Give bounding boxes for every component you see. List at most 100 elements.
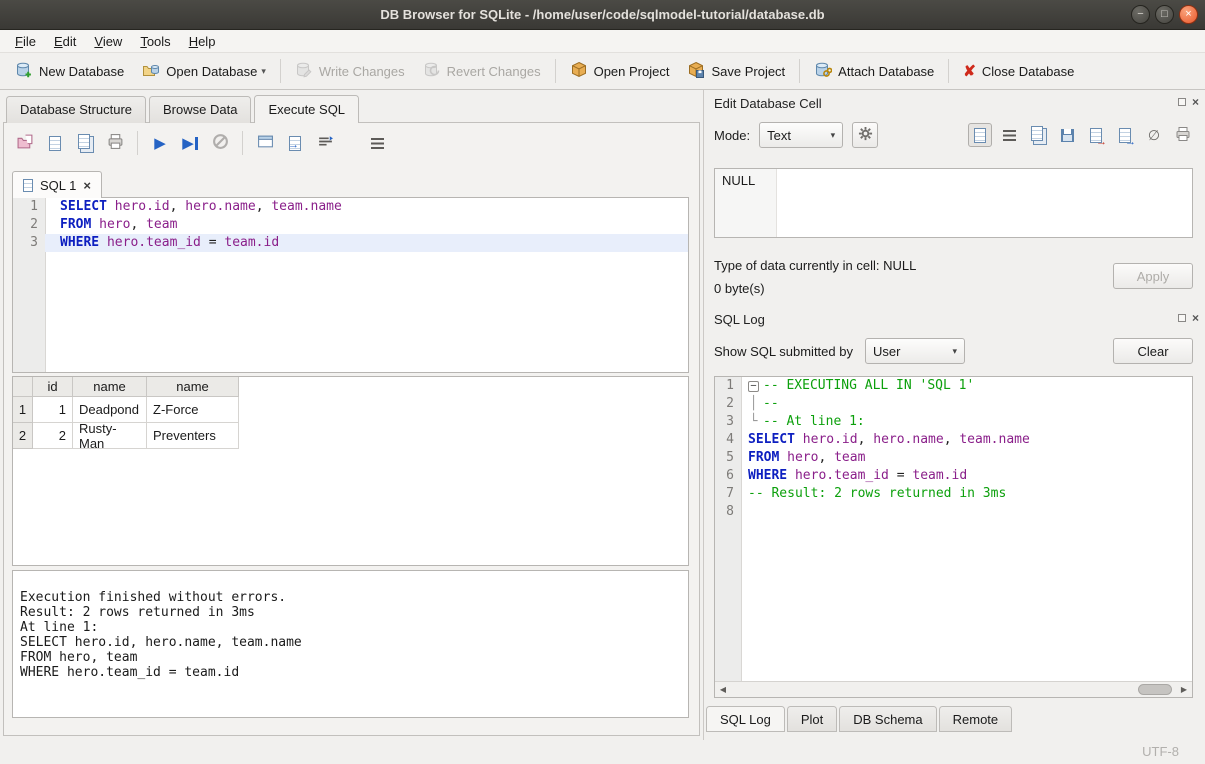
sql-editor-code[interactable]: 1SELECT hero.id, hero.name, team.name2FR… xyxy=(13,198,688,372)
column-header[interactable]: name xyxy=(147,377,239,397)
row-header[interactable]: 1 xyxy=(13,397,33,423)
export-results-button[interactable]: → xyxy=(282,130,308,156)
tab-execute-sql[interactable]: Execute SQL xyxy=(254,95,359,123)
code-line[interactable]: 4SELECT hero.id, hero.name, team.name xyxy=(715,431,1192,449)
open-database-dropdown-icon[interactable]: ▾ xyxy=(261,66,266,77)
print-cell-button[interactable] xyxy=(1171,123,1195,147)
code-line[interactable]: 5FROM hero, team xyxy=(715,449,1192,467)
float-dock-icon[interactable] xyxy=(1178,314,1186,322)
menu-edit[interactable]: Edit xyxy=(45,31,85,52)
sql-document-tab[interactable]: SQL 1 × xyxy=(12,171,102,198)
scrollbar-track[interactable] xyxy=(731,682,1176,697)
print-sql-button[interactable] xyxy=(102,130,128,156)
format-sql-button[interactable] xyxy=(312,130,338,156)
cell-editor-area[interactable] xyxy=(777,169,1192,237)
tab-remote[interactable]: Remote xyxy=(939,706,1013,732)
new-database-button[interactable]: New Database xyxy=(6,56,133,87)
attach-database-button[interactable]: Attach Database xyxy=(805,56,943,87)
sql-log-filter-select[interactable]: User ▾ xyxy=(865,338,965,364)
menu-help[interactable]: Help xyxy=(180,31,225,52)
new-sql-tab-button[interactable] xyxy=(252,130,278,156)
close-dock-icon[interactable]: × xyxy=(1192,97,1199,107)
set-null-button[interactable]: ∅ xyxy=(1142,123,1166,147)
code-line[interactable]: 6WHERE hero.team_id = team.id xyxy=(715,467,1192,485)
code-line[interactable]: 7-- Result: 2 rows returned in 3ms xyxy=(715,485,1192,503)
scroll-left-icon[interactable]: ◀ xyxy=(715,682,731,697)
execute-all-button[interactable]: ▶ xyxy=(147,130,173,156)
open-database-button[interactable]: Open Database ▾ xyxy=(133,56,275,87)
table-row[interactable]: 11DeadpondZ-Force xyxy=(13,397,688,423)
close-database-button[interactable]: ✘ Close Database xyxy=(954,59,1083,84)
mode-select[interactable]: Text ▾ xyxy=(759,122,843,148)
word-wrap-cell-button[interactable] xyxy=(997,123,1021,147)
tab-sql-log[interactable]: SQL Log xyxy=(706,706,785,732)
column-header[interactable]: name xyxy=(73,377,147,397)
horizontal-scrollbar[interactable]: ◀ ▶ xyxy=(715,681,1192,697)
close-dock-icon[interactable]: × xyxy=(1192,313,1199,323)
open-project-icon xyxy=(570,61,588,82)
table-cell[interactable]: Rusty-Man xyxy=(73,423,147,449)
save-sql-file-button[interactable] xyxy=(42,130,68,156)
menu-view[interactable]: View xyxy=(85,31,131,52)
code-line[interactable]: 2FROM hero, team xyxy=(13,216,688,234)
tab-database-structure[interactable]: Database Structure xyxy=(6,96,146,123)
table-cell[interactable]: 1 xyxy=(33,397,73,423)
line-number: 3 xyxy=(715,413,741,431)
execution-status-box: Execution finished without errors. Resul… xyxy=(12,570,689,718)
close-window-button[interactable]: × xyxy=(1179,5,1198,24)
row-header[interactable]: 2 xyxy=(13,423,33,449)
menu-tools[interactable]: Tools xyxy=(131,31,179,52)
save-project-button[interactable]: Save Project xyxy=(678,56,794,87)
table-row[interactable]: 22Rusty-ManPreventers xyxy=(13,423,688,449)
tab-browse-data[interactable]: Browse Data xyxy=(149,96,251,123)
cell-editor[interactable]: NULL xyxy=(714,168,1193,238)
text-mode-button[interactable] xyxy=(968,123,992,147)
execute-current-line-button[interactable]: ▶ xyxy=(177,130,203,156)
right-pane: Edit Database Cell × Mode: Text ▾ → → ∅ … xyxy=(703,90,1205,740)
sql-editor[interactable]: 1SELECT hero.id, hero.name, team.name2FR… xyxy=(12,197,689,373)
code-line[interactable]: 1−-- EXECUTING ALL IN 'SQL 1' xyxy=(715,377,1192,395)
code-line[interactable]: 8 xyxy=(715,503,1192,521)
save-cell-button[interactable] xyxy=(1055,123,1079,147)
word-wrap-button[interactable] xyxy=(364,130,390,156)
execute-sql-panel: ▶ ▶ → xyxy=(3,122,700,736)
save-sql-file-as-button[interactable] xyxy=(72,130,98,156)
copy-icon xyxy=(1031,126,1043,141)
scroll-right-icon[interactable]: ▶ xyxy=(1176,682,1192,697)
table-cell[interactable]: 2 xyxy=(33,423,73,449)
sql-log-code[interactable]: 1−-- EXECUTING ALL IN 'SQL 1'2│--3└-- At… xyxy=(715,377,1192,681)
export-cell-button[interactable]: → xyxy=(1113,123,1137,147)
import-cell-button[interactable]: → xyxy=(1084,123,1108,147)
clear-log-button[interactable]: Clear xyxy=(1113,338,1193,364)
scrollbar-thumb[interactable] xyxy=(1138,684,1172,695)
edit-cell-dock-buttons: × xyxy=(1178,97,1199,107)
table-cell[interactable]: Preventers xyxy=(147,423,239,449)
title-bar[interactable]: DB Browser for SQLite - /home/user/code/… xyxy=(0,0,1205,30)
results-grid[interactable]: idnamename11DeadpondZ-Force22Rusty-ManPr… xyxy=(13,377,688,449)
encoding-indicator[interactable]: UTF-8 xyxy=(1142,744,1179,759)
column-header[interactable]: id xyxy=(33,377,73,397)
open-sql-file-button[interactable] xyxy=(12,130,38,156)
cell-size-info: 0 byte(s) xyxy=(714,281,765,296)
float-dock-icon[interactable] xyxy=(1178,98,1186,106)
table-cell[interactable]: Deadpond xyxy=(73,397,147,423)
cell-content: NULL xyxy=(722,173,755,188)
minimize-button[interactable]: − xyxy=(1131,5,1150,24)
menu-bar: File Edit View Tools Help xyxy=(0,30,1205,53)
word-wrap-icon xyxy=(371,138,384,149)
code-line[interactable]: 1SELECT hero.id, hero.name, team.name xyxy=(13,198,688,216)
code-line[interactable]: 3WHERE hero.team_id = team.id xyxy=(13,234,688,252)
tab-db-schema[interactable]: DB Schema xyxy=(839,706,936,732)
tab-plot[interactable]: Plot xyxy=(787,706,837,732)
menu-file[interactable]: File xyxy=(6,31,45,52)
format-sql-icon xyxy=(317,133,334,153)
close-tab-icon[interactable]: × xyxy=(83,178,91,193)
auto-switch-mode-button[interactable] xyxy=(852,122,878,148)
open-project-button[interactable]: Open Project xyxy=(561,56,679,87)
table-cell[interactable]: Z-Force xyxy=(147,397,239,423)
code-line[interactable]: 2│-- xyxy=(715,395,1192,413)
code-line[interactable]: 3└-- At line 1: xyxy=(715,413,1192,431)
export-results-icon: → xyxy=(289,136,301,151)
copy-cell-button[interactable] xyxy=(1026,123,1050,147)
maximize-button[interactable]: □ xyxy=(1155,5,1174,24)
